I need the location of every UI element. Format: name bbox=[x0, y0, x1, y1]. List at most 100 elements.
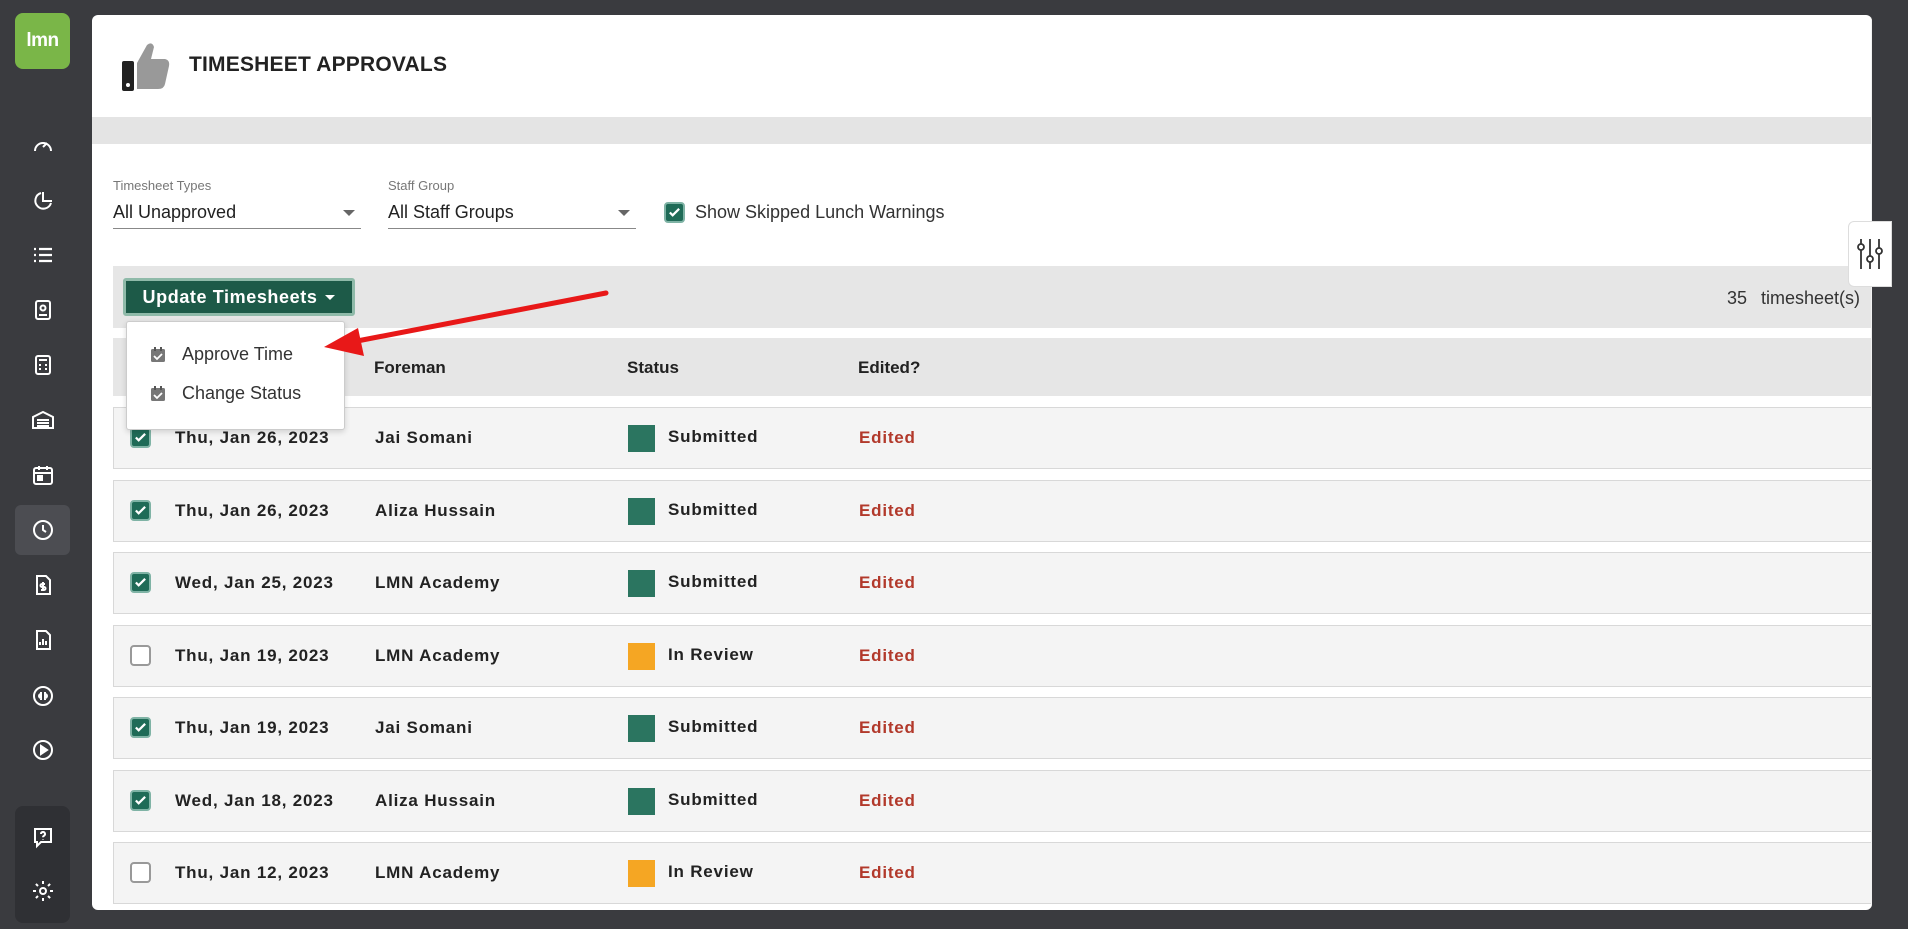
row-edited: Edited bbox=[859, 790, 916, 810]
menu-item-approve-time[interactable]: Approve Time bbox=[149, 344, 293, 365]
row-date[interactable]: Thu, Jan 19, 2023 bbox=[175, 646, 329, 666]
row-date[interactable]: Thu, Jan 26, 2023 bbox=[175, 428, 329, 448]
nav-settings[interactable] bbox=[15, 866, 70, 916]
header-divider-band bbox=[92, 117, 1872, 144]
lmn-logo[interactable]: lmn bbox=[15, 13, 70, 69]
clock-icon bbox=[32, 520, 53, 540]
check-icon bbox=[135, 505, 146, 515]
timesheet-types-filter[interactable]: Timesheet Types All Unapproved bbox=[113, 178, 361, 229]
row-checkbox[interactable] bbox=[130, 717, 151, 738]
page-title: TIMESHEET APPROVALS bbox=[189, 53, 448, 76]
status-color-swatch bbox=[628, 860, 655, 887]
timesheet-types-select[interactable]: All Unapproved bbox=[113, 199, 361, 229]
nav-quickbooks[interactable] bbox=[15, 671, 70, 721]
row-date[interactable]: Thu, Jan 19, 2023 bbox=[175, 718, 329, 738]
nav-help[interactable] bbox=[15, 812, 70, 862]
nav-schedule[interactable] bbox=[15, 450, 70, 500]
menu-item-change-status[interactable]: Change Status bbox=[149, 383, 301, 404]
quickbooks-icon bbox=[32, 686, 53, 706]
row-status: Submitted bbox=[668, 499, 759, 519]
row-checkbox[interactable] bbox=[130, 572, 151, 593]
column-foreman[interactable]: Foreman bbox=[374, 358, 446, 378]
warehouse-icon bbox=[31, 410, 54, 429]
timesheet-types-value: All Unapproved bbox=[113, 202, 237, 222]
main-panel: TIMESHEET APPROVALS Timesheet Types All … bbox=[92, 15, 1872, 910]
row-edited: Edited bbox=[859, 863, 916, 882]
update-timesheets-button[interactable]: Update Timesheets bbox=[123, 278, 355, 316]
row-status: Submitted bbox=[668, 717, 759, 736]
status-color-swatch bbox=[628, 787, 655, 815]
sidebar: lmn bbox=[0, 0, 85, 929]
calendar-icon bbox=[32, 466, 53, 485]
table-row[interactable]: Thu, Jan 26, 2023 Aliza Hussain Submitted E… bbox=[113, 479, 1872, 542]
logo-text: lmn bbox=[26, 30, 59, 51]
nav-warehouse[interactable] bbox=[15, 395, 70, 445]
row-status: Submitted bbox=[668, 427, 759, 446]
column-settings-button[interactable] bbox=[1848, 221, 1892, 287]
nav-contacts[interactable] bbox=[15, 285, 70, 335]
row-edited: Edited bbox=[859, 573, 916, 592]
row-foreman: LMN Academy bbox=[375, 863, 501, 882]
check-icon bbox=[135, 577, 146, 587]
row-date[interactable]: Wed, Jan 18, 2023 bbox=[175, 791, 334, 811]
check-icon bbox=[135, 432, 146, 442]
row-foreman: LMN Academy bbox=[375, 645, 501, 665]
nav-estimates[interactable] bbox=[15, 340, 70, 390]
staff-group-filter[interactable]: Staff Group All Staff Groups bbox=[388, 178, 636, 229]
row-date[interactable]: Wed, Jan 25, 2023 bbox=[175, 573, 334, 593]
row-checkbox[interactable] bbox=[130, 644, 151, 666]
dashboard-gauge-icon bbox=[33, 142, 52, 152]
nav-training[interactable] bbox=[15, 725, 70, 775]
calculator-icon bbox=[34, 355, 51, 375]
skipped-lunch-toggle[interactable]: Show Skipped Lunch Warnings bbox=[664, 202, 944, 223]
row-checkbox[interactable] bbox=[130, 862, 151, 883]
approve-time-label: Approve Time bbox=[182, 344, 294, 364]
row-checkbox[interactable] bbox=[130, 789, 151, 811]
sidebar-bottom-group bbox=[15, 806, 70, 923]
status-color-swatch bbox=[628, 642, 655, 670]
column-edited[interactable]: Edited? bbox=[858, 358, 920, 378]
row-status: Submitted bbox=[668, 572, 759, 591]
row-checkbox[interactable] bbox=[130, 427, 151, 448]
list-icon bbox=[33, 247, 52, 263]
row-edited: Edited bbox=[859, 500, 916, 520]
status-color-swatch bbox=[628, 425, 655, 452]
skipped-lunch-checkbox[interactable] bbox=[664, 202, 685, 223]
thumbs-up-icon bbox=[122, 43, 170, 91]
row-date[interactable]: Thu, Jan 12, 2023 bbox=[175, 863, 329, 883]
nav-invoices[interactable] bbox=[15, 560, 70, 610]
row-status: In Review bbox=[668, 644, 754, 664]
row-foreman: Jai Somani bbox=[375, 718, 473, 737]
nav-timesheets[interactable] bbox=[15, 505, 70, 555]
timesheet-toolbar: Update Timesheets 35 timesheet(s) bbox=[113, 266, 1872, 328]
table-row[interactable]: Thu, Jan 19, 2023 LMN Academy In Review Edi… bbox=[113, 624, 1872, 687]
timesheet-count: 35 timesheet(s) bbox=[1727, 288, 1860, 309]
vertical-scrollbar[interactable] bbox=[1871, 15, 1872, 910]
nav-report-doc[interactable] bbox=[15, 615, 70, 665]
table-row[interactable]: Wed, Jan 18, 2023 Aliza Hussain Submitted E… bbox=[113, 769, 1872, 832]
row-edited: Edited bbox=[859, 645, 916, 665]
row-checkbox[interactable] bbox=[130, 499, 151, 521]
row-edited: Edited bbox=[859, 718, 916, 737]
gear-icon bbox=[32, 881, 53, 901]
table-row[interactable]: Thu, Jan 26, 2023 Jai Somani Submitted Edit… bbox=[113, 407, 1872, 469]
table-row[interactable]: Thu, Jan 19, 2023 Jai Somani Submitted Edit… bbox=[113, 697, 1872, 759]
table-row[interactable]: Thu, Jan 12, 2023 LMN Academy In Review Edi… bbox=[113, 842, 1872, 904]
row-foreman: LMN Academy bbox=[375, 573, 501, 592]
caret-down-icon bbox=[325, 294, 336, 300]
calendar-check-icon bbox=[151, 346, 165, 362]
row-foreman: Aliza Hussain bbox=[375, 790, 496, 810]
staff-group-label: Staff Group bbox=[388, 178, 455, 193]
column-status[interactable]: Status bbox=[627, 358, 679, 378]
calendar-check-icon bbox=[151, 385, 165, 401]
row-date[interactable]: Thu, Jan 26, 2023 bbox=[175, 501, 329, 521]
table-row[interactable]: Wed, Jan 25, 2023 LMN Academy Submitted Edi… bbox=[113, 552, 1872, 614]
nav-reports-chart[interactable] bbox=[15, 176, 70, 226]
row-status: In Review bbox=[668, 862, 754, 881]
nav-list[interactable] bbox=[15, 230, 70, 280]
row-foreman: Aliza Hussain bbox=[375, 500, 496, 520]
check-icon bbox=[669, 207, 680, 217]
staff-group-select[interactable]: All Staff Groups bbox=[388, 199, 636, 229]
report-icon bbox=[35, 630, 51, 650]
nav-dashboard[interactable] bbox=[15, 121, 70, 171]
